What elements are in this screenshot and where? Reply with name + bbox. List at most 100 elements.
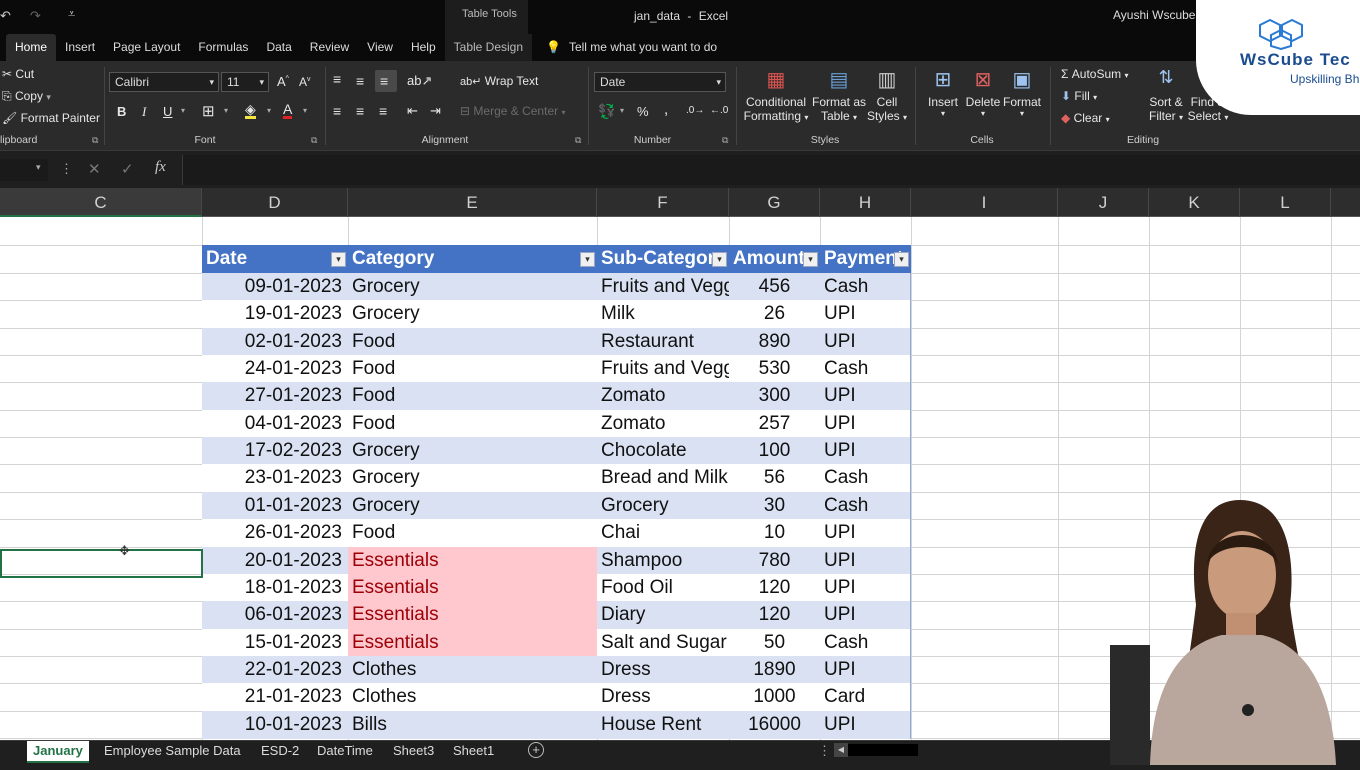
table-cell-date[interactable]: 26-01-2023 (202, 519, 348, 547)
table-cell-amount[interactable]: 1000 (729, 683, 820, 711)
table-cell-category[interactable]: Food (348, 355, 597, 383)
filter-dropdown-icon[interactable]: ▾ (580, 252, 595, 267)
font-size-select[interactable]: 11 ▾ (221, 72, 269, 92)
chevron-down-icon[interactable]: ▾ (303, 106, 307, 115)
table-cell-amount[interactable]: 780 (729, 547, 820, 575)
delete-cells-button[interactable]: ⊠ Delete ▾ (963, 67, 1003, 118)
table-cell-date[interactable]: 02-01-2023 (202, 328, 348, 356)
name-box[interactable]: ▾ (0, 159, 48, 181)
clear-button[interactable]: ◆ Clear ▾ (1061, 111, 1110, 125)
tab-data[interactable]: Data (257, 34, 300, 61)
table-cell-date[interactable]: 17-02-2023 (202, 437, 348, 465)
table-cell-amount[interactable]: 120 (729, 601, 820, 629)
table-cell-category[interactable]: Clothes (348, 656, 597, 684)
more-options-icon[interactable]: ⋮ (60, 161, 73, 177)
table-cell-category[interactable]: Essentials (348, 629, 597, 657)
decrease-font-size-icon[interactable]: Av (299, 75, 311, 89)
table-cell-payment[interactable]: UPI (820, 519, 911, 547)
table-cell-category[interactable]: Food (348, 382, 597, 410)
column-header-d[interactable]: D (202, 188, 348, 217)
fill-button[interactable]: ⬇ Fill ▾ (1061, 89, 1097, 103)
table-cell-sub-category[interactable]: Salt and Sugar (597, 629, 729, 657)
table-cell-date[interactable]: 27-01-2023 (202, 382, 348, 410)
table-cell-date[interactable]: 22-01-2023 (202, 656, 348, 684)
table-cell-date[interactable]: 06-01-2023 (202, 601, 348, 629)
dialog-launcher-icon[interactable]: ⧉ (575, 135, 581, 146)
table-cell-date[interactable]: 24-01-2023 (202, 355, 348, 383)
table-cell-amount[interactable]: 456 (729, 273, 820, 301)
sort-filter-button[interactable]: ⇅ Sort & Filter ▾ (1145, 67, 1187, 123)
table-cell-sub-category[interactable]: Milk (597, 300, 729, 328)
italic-button[interactable]: I (142, 104, 146, 120)
tab-view[interactable]: View (358, 34, 402, 61)
decrease-decimal-icon[interactable]: ←.0 (710, 105, 728, 116)
font-name-select[interactable]: Calibri ▾ (109, 72, 219, 92)
table-cell-date[interactable]: 23-01-2023 (202, 464, 348, 492)
table-cell-sub-category[interactable]: Fruits and Vegg (597, 273, 729, 301)
table-cell-date[interactable]: 01-01-2023 (202, 492, 348, 520)
table-cell-payment[interactable]: Cash (820, 492, 911, 520)
table-cell-amount[interactable]: 16000 (729, 711, 820, 739)
chevron-down-icon[interactable]: ▾ (426, 75, 430, 84)
wrap-text-button[interactable]: ab↵ Wrap Text (460, 74, 538, 88)
table-cell-amount[interactable]: 120 (729, 574, 820, 602)
table-cell-amount[interactable]: 56 (729, 464, 820, 492)
table-cell-category[interactable]: Grocery (348, 300, 597, 328)
tab-table-design[interactable]: Table Design (444, 34, 533, 61)
column-header-l[interactable]: L (1240, 188, 1331, 217)
table-cell-category[interactable]: Food (348, 519, 597, 547)
table-cell-category[interactable]: Essentials (348, 601, 597, 629)
bold-button[interactable]: B (117, 104, 126, 119)
table-cell-date[interactable]: 15-01-2023 (202, 629, 348, 657)
format-cells-button[interactable]: ▣ Format ▾ (1002, 67, 1042, 118)
filter-dropdown-icon[interactable]: ▾ (331, 252, 346, 267)
table-header-sub-category[interactable]: Sub-Categor (597, 245, 729, 273)
column-header-f[interactable]: F (597, 188, 729, 217)
tab-insert[interactable]: Insert (56, 34, 104, 61)
table-cell-sub-category[interactable]: Dress (597, 683, 729, 711)
fill-color-icon[interactable]: ◈ (245, 102, 256, 119)
filter-dropdown-icon[interactable]: ▾ (712, 252, 727, 267)
table-cell-sub-category[interactable]: Dress (597, 656, 729, 684)
table-cell-sub-category[interactable]: Bread and Milk (597, 464, 729, 492)
chevron-down-icon[interactable]: ▾ (620, 106, 624, 115)
filter-dropdown-icon[interactable]: ▾ (894, 252, 909, 267)
undo-icon[interactable]: ↶ (0, 8, 11, 24)
column-header-g[interactable]: G (729, 188, 820, 217)
table-cell-sub-category[interactable]: Restaurant (597, 328, 729, 356)
align-right-icon[interactable]: ≡ (379, 103, 387, 119)
increase-indent-icon[interactable]: ⇥ (430, 103, 441, 119)
sheet-tab-sheet1[interactable]: Sheet1 (453, 741, 494, 763)
column-header-j[interactable]: J (1058, 188, 1149, 217)
table-cell-category[interactable]: Clothes (348, 683, 597, 711)
table-cell-amount[interactable]: 300 (729, 382, 820, 410)
table-cell-category[interactable]: Essentials (348, 547, 597, 575)
table-cell-category[interactable]: Food (348, 328, 597, 356)
table-cell-date[interactable]: 09-01-2023 (202, 273, 348, 301)
table-cell-payment[interactable]: UPI (820, 547, 911, 575)
merge-center-button[interactable]: ⊟ Merge & Center ▾ (460, 104, 565, 118)
table-cell-category[interactable]: Bills (348, 711, 597, 739)
table-cell-amount[interactable]: 26 (729, 300, 820, 328)
tell-me-box[interactable]: 💡 Tell me what you want to do (532, 34, 726, 61)
table-cell-date[interactable]: 21-01-2023 (202, 683, 348, 711)
more-options-icon[interactable]: ⋮ (818, 743, 831, 759)
format-as-table-button[interactable]: ▤ Format as Table ▾ (811, 67, 867, 123)
table-header-date[interactable]: Date (202, 245, 348, 273)
table-cell-sub-category[interactable]: Diary (597, 601, 729, 629)
table-cell-sub-category[interactable]: Shampoo (597, 547, 729, 575)
confirm-entry-icon[interactable]: ✓ (121, 160, 134, 178)
active-cell[interactable] (0, 549, 203, 578)
formula-input[interactable] (182, 155, 1360, 185)
add-sheet-icon[interactable]: + (528, 742, 544, 758)
table-cell-sub-category[interactable]: Chai (597, 519, 729, 547)
insert-cells-button[interactable]: ⊞ Insert ▾ (923, 67, 963, 118)
table-cell-amount[interactable]: 10 (729, 519, 820, 547)
column-header-k[interactable]: K (1149, 188, 1240, 217)
borders-icon[interactable]: ⊞ (202, 102, 215, 120)
column-header-c[interactable]: C (0, 188, 202, 217)
column-header-i[interactable]: I (911, 188, 1058, 217)
comma-style-button[interactable]: , (664, 101, 668, 118)
table-cell-payment[interactable]: UPI (820, 574, 911, 602)
table-cell-payment[interactable]: Cash (820, 273, 911, 301)
